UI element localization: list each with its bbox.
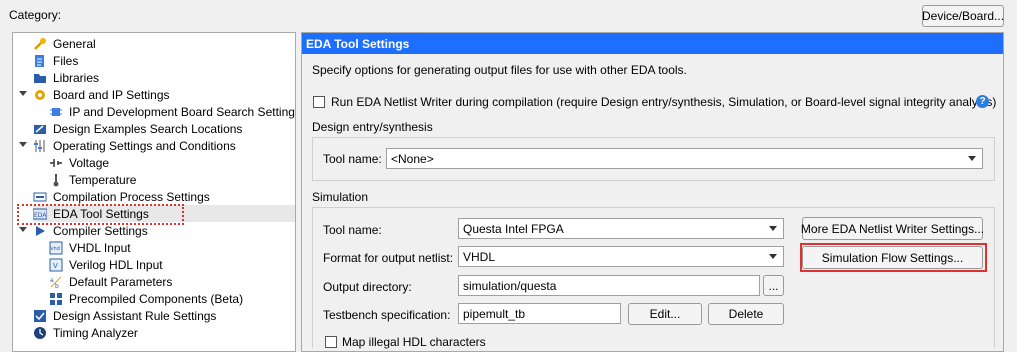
svg-text:b: b — [55, 283, 59, 289]
delete-button[interactable]: Delete — [708, 303, 784, 325]
tree-highlight-outline — [17, 204, 184, 225]
testbench-label: Testbench specification: — [323, 308, 451, 322]
tree-item-board-ip[interactable]: Board and IP Settings — [33, 86, 170, 103]
svg-text:V: V — [53, 262, 58, 270]
tree-item-label: Verilog HDL Input — [69, 257, 163, 272]
chip-icon — [49, 105, 63, 119]
tree-item-files[interactable]: Files — [33, 52, 78, 69]
panel-description: Specify options for generating output fi… — [312, 63, 687, 77]
expand-arrow-icon[interactable] — [19, 227, 27, 232]
map-illegal-checkbox[interactable] — [325, 336, 337, 348]
tree-item-label: Operating Settings and Conditions — [53, 138, 236, 153]
map-illegal-label: Map illegal HDL characters — [342, 335, 486, 349]
tree-item-label: Default Parameters — [69, 274, 173, 289]
testbench-input[interactable]: pipemult_tb — [458, 303, 621, 324]
vhdl-file-icon: vhd — [49, 241, 63, 255]
tree-item-label: Libraries — [53, 70, 100, 85]
sim-tool-value: Questa Intel FPGA — [463, 221, 564, 236]
tree-item-label: Compilation Process Settings — [53, 189, 210, 204]
format-value: VHDL — [463, 249, 496, 264]
tree-item-label: Voltage — [69, 155, 110, 170]
chevron-down-icon — [769, 253, 777, 259]
format-label: Format for output netlist: — [323, 251, 454, 265]
category-label: Category: — [9, 8, 62, 22]
tree-item-label: Design Examples Search Locations — [53, 121, 243, 136]
tree-item-timing-analyzer[interactable]: Timing Analyzer — [33, 324, 138, 341]
file-icon — [33, 54, 47, 68]
sim-tool-name-label: Tool name: — [323, 223, 382, 237]
tree-item-libraries[interactable]: Libraries — [33, 69, 99, 86]
tree-item-label: Compiler Settings — [53, 223, 148, 238]
tree-item-label: Board and IP Settings — [53, 87, 170, 102]
panel-title: EDA Tool Settings — [306, 37, 410, 51]
clock-icon — [33, 326, 47, 340]
thermometer-icon — [49, 173, 63, 187]
play-icon — [33, 224, 47, 238]
tree-item-label: IP and Development Board Search Settings — [69, 104, 296, 119]
tree-item-compilation-process[interactable]: Compilation Process Settings — [33, 188, 210, 205]
tree-item-label: General — [53, 36, 96, 51]
chevron-down-icon — [769, 225, 777, 231]
design-entry-tool-name-label: Tool name: — [323, 152, 382, 166]
parameters-icon: ab — [49, 275, 63, 290]
voltage-icon — [49, 156, 63, 170]
edit-button[interactable]: Edit... — [628, 303, 702, 325]
tree-item-design-assistant[interactable]: Design Assistant Rule Settings — [33, 307, 216, 324]
design-entry-tool-value: <None> — [391, 151, 434, 166]
format-select[interactable]: VHDL — [458, 246, 784, 267]
browse-button[interactable]: ... — [763, 275, 784, 296]
device-board-button[interactable]: Device/Board... — [922, 5, 1004, 27]
help-icon[interactable]: ? — [976, 95, 989, 108]
sim-tool-select[interactable]: Questa Intel FPGA — [458, 218, 784, 239]
output-dir-label: Output directory: — [323, 280, 412, 294]
category-tree[interactable]: General Files Libraries Board and IP Set… — [12, 32, 296, 352]
tree-item-precompiled-components[interactable]: Precompiled Components (Beta) — [49, 290, 243, 307]
tree-item-design-examples[interactable]: Design Examples Search Locations — [33, 120, 242, 137]
tree-item-label: Temperature — [69, 172, 137, 187]
wrench-sparkle-icon — [33, 37, 47, 51]
output-dir-input[interactable]: simulation/questa — [458, 275, 760, 296]
compile-process-icon — [33, 190, 47, 204]
tree-item-ip-search[interactable]: IP and Development Board Search Settings — [49, 103, 296, 120]
folder-icon — [33, 71, 47, 85]
svg-text:a: a — [50, 277, 54, 284]
verilog-file-icon: V — [49, 258, 63, 272]
tree-item-temperature[interactable]: Temperature — [49, 171, 136, 188]
chevron-down-icon — [968, 155, 976, 161]
settings-sliders-icon — [33, 139, 47, 153]
svg-text:vhd: vhd — [51, 246, 60, 252]
gear-icon — [33, 88, 47, 102]
tree-item-label: Design Assistant Rule Settings — [53, 308, 217, 323]
flow-settings-highlight — [800, 243, 987, 272]
netlist-writer-label: Run EDA Netlist Writer during compilatio… — [331, 95, 997, 109]
tree-item-label: Precompiled Components (Beta) — [69, 291, 244, 306]
tree-item-label: Timing Analyzer — [53, 325, 138, 340]
tree-item-default-parameters[interactable]: ab Default Parameters — [49, 273, 172, 290]
tree-item-vhdl-input[interactable]: vhd VHDL Input — [49, 239, 131, 256]
rule-check-icon — [33, 309, 47, 323]
expand-arrow-icon[interactable] — [19, 91, 27, 96]
tree-item-label: Files — [53, 53, 79, 68]
tree-item-verilog-input[interactable]: V Verilog HDL Input — [49, 256, 163, 273]
tree-item-operating-settings[interactable]: Operating Settings and Conditions — [33, 137, 236, 154]
design-entry-group-label: Design entry/synthesis — [312, 120, 433, 134]
tree-item-voltage[interactable]: Voltage — [49, 154, 109, 171]
expand-arrow-icon[interactable] — [19, 142, 27, 147]
tree-item-general[interactable]: General — [33, 35, 96, 52]
simulation-group-label: Simulation — [312, 190, 369, 204]
netlist-writer-checkbox[interactable] — [313, 96, 325, 108]
components-icon — [49, 292, 63, 306]
design-entry-tool-select[interactable]: <None> — [386, 148, 983, 169]
more-netlist-settings-button[interactable]: More EDA Netlist Writer Settings... — [801, 217, 984, 240]
tree-item-label: VHDL Input — [69, 240, 131, 255]
design-example-icon — [33, 122, 47, 136]
